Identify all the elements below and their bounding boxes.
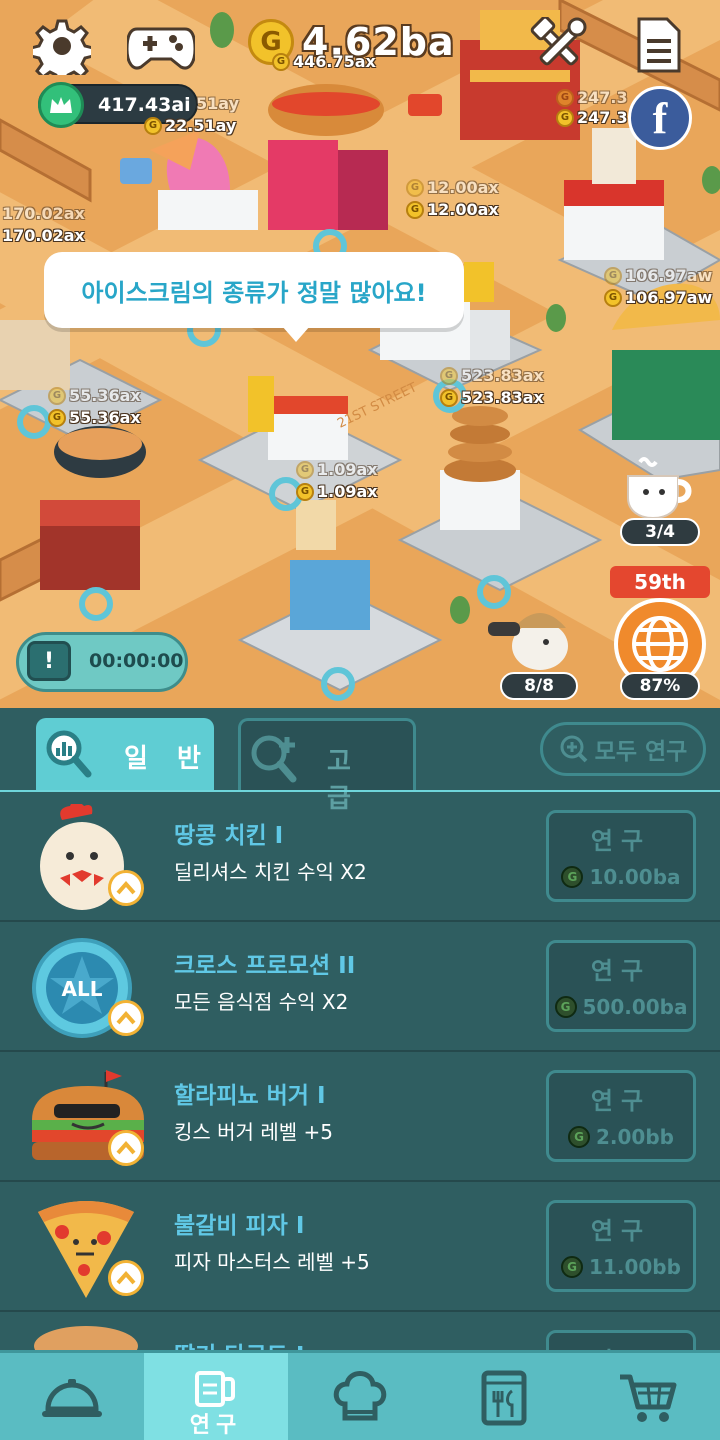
coin-icon: G	[561, 1256, 584, 1278]
document-icon[interactable]	[634, 14, 684, 76]
speech-bubble: 아이스크림의 종류가 정말 많아요!	[44, 252, 464, 342]
chef-hat-icon	[333, 1371, 387, 1421]
magnifier-plus-icon	[249, 731, 301, 787]
upgrade-arrow-icon	[108, 1000, 144, 1036]
gem-amount: 417.43ai	[98, 94, 191, 116]
tab-general-label: 일 반	[124, 744, 211, 774]
research-cost: G 10.00ba	[549, 865, 693, 889]
research-item-name: 딸기 타르트 I	[174, 1336, 304, 1350]
earning-label: G 12.00ax	[406, 200, 499, 219]
research-button-label: 연구	[590, 957, 652, 985]
tab-general[interactable]: 일 반	[36, 718, 214, 790]
research-button[interactable]: 연구 G 2.00bb	[546, 1070, 696, 1162]
earning-label: 170.02ax	[2, 226, 85, 245]
all-badge-text: ALL	[62, 977, 103, 1001]
strawberry-tart-icon	[26, 1324, 146, 1350]
research-button-label: 연구	[549, 1341, 693, 1350]
bottom-nav: 연구	[0, 1350, 720, 1440]
nav-research[interactable]: 연구	[144, 1353, 288, 1440]
research-item: 할라피뇨 버거 I 킹스 버거 레벨 +5 연구 G 2.00bb	[0, 1052, 720, 1182]
crown-gem-icon	[38, 82, 84, 128]
research-item-name: 땅콩 치킨 I	[174, 823, 284, 849]
research-button-label: 연구	[590, 1217, 652, 1245]
explorer-counter: 8/8	[500, 672, 578, 700]
research-item: 불갈비 피자 I 피자 마스터스 레벨 +5 연구 G 11.00bb	[0, 1182, 720, 1312]
earning-label: G 1.09ax	[296, 460, 378, 479]
ad-timer-button[interactable]: ! 00:00:00	[16, 632, 188, 692]
research-cost: G 11.00bb	[549, 1255, 693, 1279]
earning-label: G 1.09ax	[296, 482, 378, 501]
cloche-icon	[42, 1379, 102, 1417]
research-item-desc: 킹스 버거 레벨 +5	[174, 1120, 333, 1144]
globe-percent: 87%	[620, 672, 700, 700]
upgrade-arrow-icon	[108, 1260, 144, 1296]
earning-label: G 523.83ax	[440, 388, 544, 407]
research-item-desc: 딜리셔스 치킨 수익 X2	[174, 860, 367, 884]
cart-icon	[620, 1374, 677, 1422]
earning-label: G 106.97aw	[604, 288, 712, 307]
nav-research-label: 연구	[189, 1413, 243, 1438]
earning-label: G 55.36ax	[48, 408, 141, 427]
research-item-desc: 모든 음식점 수익 X2	[174, 990, 349, 1014]
explorer-character-icon[interactable]	[488, 598, 578, 672]
earning-label: G 55.36ax	[48, 386, 141, 405]
research-item-name: 할라피뇨 버거 I	[174, 1083, 326, 1109]
research-item: ALL 크로스 프로모션 II 모든 음식점 수익 X2 연구 G 500.00b…	[0, 922, 720, 1052]
nav-restaurant[interactable]	[0, 1353, 144, 1440]
upgrade-arrow-icon	[108, 870, 144, 906]
research-item-desc: 피자 마스터스 레벨 +5	[174, 1250, 370, 1274]
magnifier-plus-icon	[560, 735, 588, 763]
research-button[interactable]: 연구 G 11.00bb	[546, 1200, 696, 1292]
research-item: 땅콩 치킨 I 딜리셔스 치킨 수익 X2 연구 G 10.00ba	[0, 792, 720, 922]
earning-label: 170.02ax	[2, 204, 85, 223]
tab-advanced[interactable]: 고 급	[238, 718, 416, 814]
research-all-button[interactable]: 모두 연구	[540, 722, 706, 776]
research-icon	[195, 1371, 235, 1407]
earning-label: 51ay	[196, 94, 239, 113]
research-button-label: 연구	[590, 1087, 652, 1115]
research-button-label: 연구	[590, 827, 652, 855]
hammer-wrench-icon[interactable]	[528, 16, 590, 76]
earning-label: G 12.00ax	[406, 178, 499, 197]
facebook-icon[interactable]: f	[628, 86, 692, 150]
research-item: 딸기 타르트 I 연구	[0, 1312, 720, 1350]
research-button[interactable]: 연구 G 10.00ba	[546, 810, 696, 902]
research-list[interactable]: 땅콩 치킨 I 딜리셔스 치킨 수익 X2 연구 G 10.00ba ALL 크로…	[0, 790, 720, 1350]
city-map[interactable]: 21ST STREET G 4.62ba 417.43ai f G 446.75a…	[0, 0, 720, 708]
gamepad-icon[interactable]	[126, 16, 196, 76]
earning-label: G 446.75ax	[272, 52, 376, 71]
coin-icon: G	[561, 866, 584, 888]
coffee-cup-icon[interactable]	[618, 456, 702, 520]
research-button[interactable]: 연구	[546, 1330, 696, 1350]
rank-ribbon: 59th	[610, 566, 710, 598]
research-cost: G 500.00ba	[549, 995, 693, 1019]
earning-label: G 247.3	[556, 108, 628, 127]
earning-label: G 106.97aw	[604, 266, 712, 285]
speech-text: 아이스크림의 종류가 정말 많아요!	[81, 278, 427, 307]
coin-icon: G	[554, 996, 577, 1018]
research-item-name: 불갈비 피자 I	[174, 1213, 305, 1239]
coin-icon: G	[568, 1126, 590, 1148]
menu-book-icon	[481, 1370, 527, 1426]
gear-icon[interactable]	[32, 16, 92, 76]
upgrade-arrow-icon	[108, 1130, 144, 1166]
coffee-counter: 3/4	[620, 518, 700, 546]
research-all-label: 모두 연구	[594, 739, 688, 765]
earning-label: G 247.3	[556, 88, 628, 107]
nav-shop[interactable]	[576, 1353, 720, 1440]
earning-label: G 22.51ay	[144, 116, 236, 135]
research-cost: G 2.00bb	[549, 1125, 693, 1149]
research-panel: 일 반 고 급 모두 연구 땅콩 치킨 I 딜리셔스 치킨 수익 X2 연구 G…	[0, 708, 720, 1350]
earning-label: G 523.83ax	[440, 366, 544, 385]
research-button[interactable]: 연구 G 500.00ba	[546, 940, 696, 1032]
research-item-name: 크로스 프로모션 II	[174, 953, 356, 979]
nav-menu[interactable]	[432, 1353, 576, 1440]
magnifier-chart-icon	[44, 728, 94, 784]
nav-chef[interactable]	[288, 1353, 432, 1440]
tv-icon: !	[27, 641, 71, 681]
ad-timer: 00:00:00	[89, 650, 184, 672]
